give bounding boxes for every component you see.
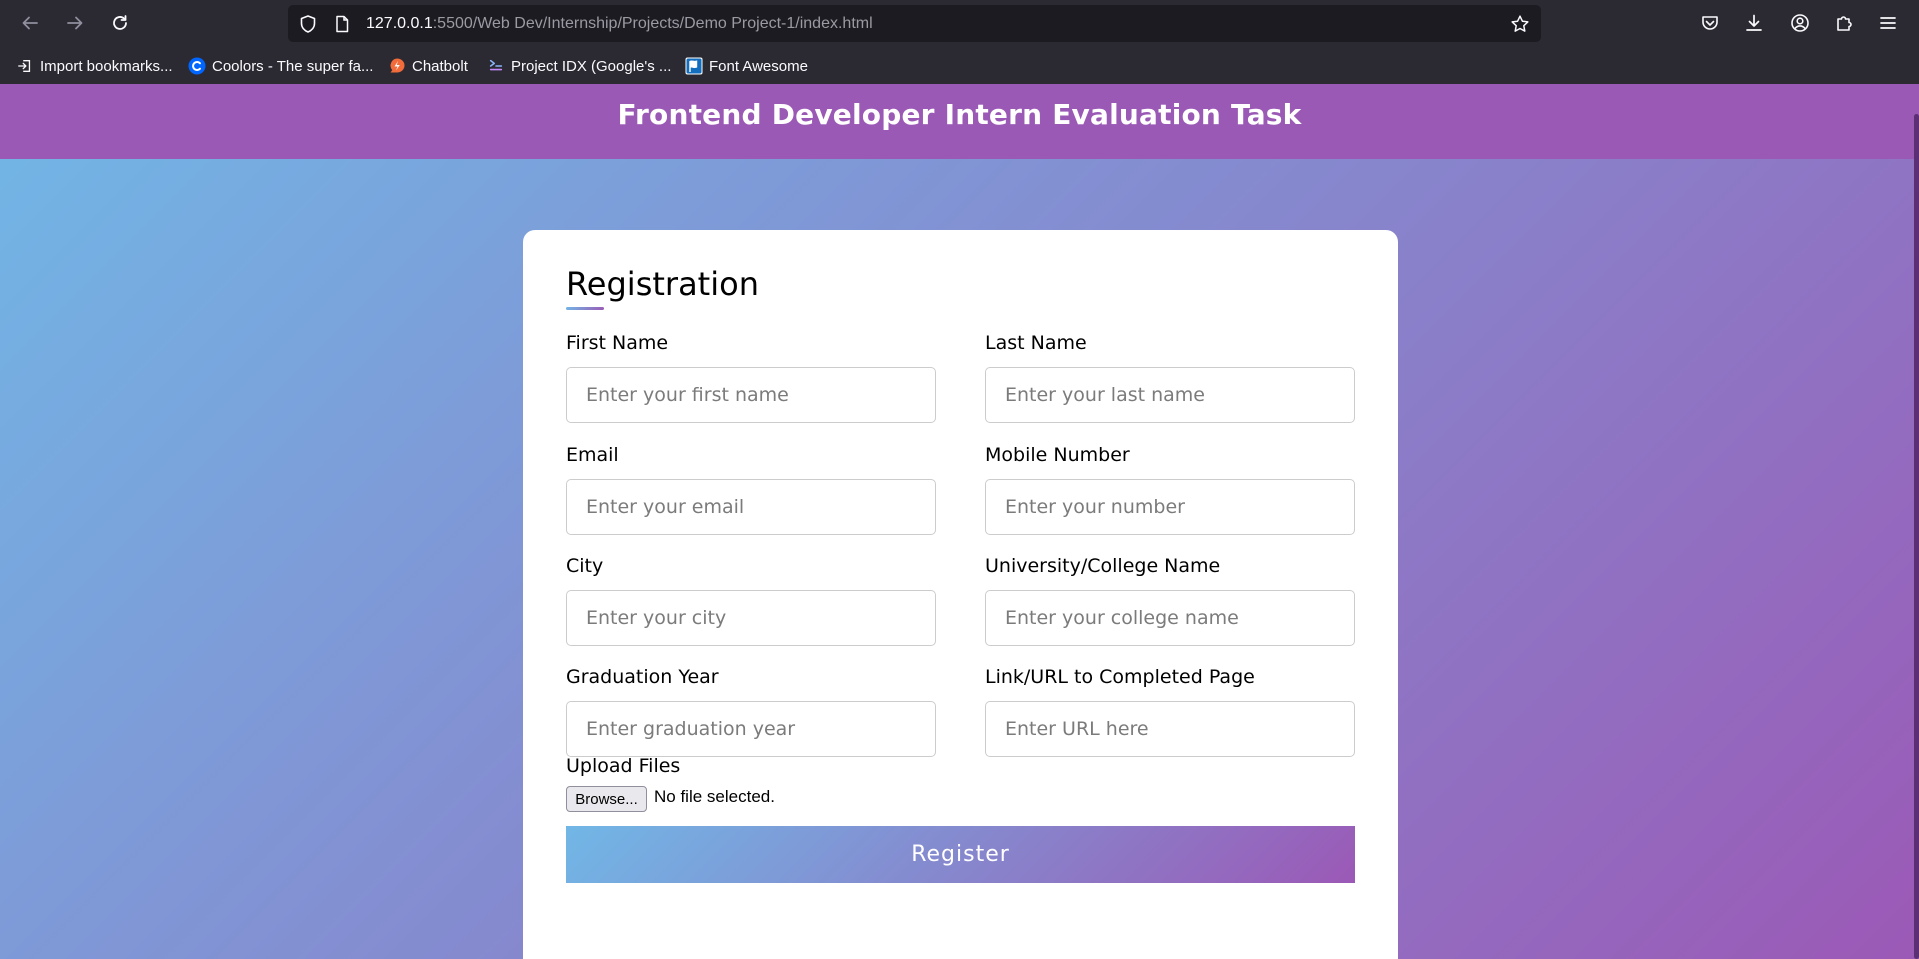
extensions-button[interactable]: [1831, 10, 1857, 36]
pocket-icon: [1702, 16, 1718, 30]
coolors-icon: [188, 57, 206, 75]
idx-icon: [487, 57, 505, 75]
first-name-field: First Name: [566, 330, 936, 423]
bookmark-chatbolt[interactable]: Chatbolt: [388, 53, 468, 79]
first-name-label: First Name: [566, 332, 669, 354]
upload-label: Upload Files: [566, 755, 681, 777]
mobile-number-label: Mobile Number: [985, 444, 1130, 466]
bookmark-label: Chatbolt: [412, 57, 468, 75]
bookmark-label: Coolors - The super fa...: [212, 57, 374, 75]
page-icon[interactable]: [332, 14, 352, 34]
graduation-year-label: Graduation Year: [566, 666, 719, 688]
url-path: :5500/Web Dev/Internship/Projects/Demo P…: [432, 15, 873, 32]
shield-icon[interactable]: [298, 14, 318, 34]
last-name-label: Last Name: [985, 332, 1087, 354]
title-underline: [566, 307, 604, 310]
email-field: Email: [566, 442, 936, 535]
puzzle-icon: [1837, 16, 1852, 31]
pocket-button[interactable]: [1697, 10, 1723, 36]
college-name-input[interactable]: [985, 590, 1355, 646]
city-field: City: [566, 553, 936, 646]
url-input[interactable]: [985, 701, 1355, 757]
bookmark-label: Project IDX (Google's ...: [511, 57, 672, 75]
hamburger-icon: [1880, 17, 1896, 29]
forward-button[interactable]: [59, 8, 91, 38]
last-name-field: Last Name: [985, 330, 1355, 423]
mobile-number-field: Mobile Number: [985, 442, 1355, 535]
browse-button[interactable]: Browse...: [566, 786, 647, 812]
chatbolt-icon: [388, 57, 406, 75]
form-title: Registration: [566, 265, 759, 303]
scrollbar[interactable]: [1914, 114, 1919, 959]
back-button[interactable]: [14, 8, 46, 38]
bookmark-font-awesome[interactable]: Font Awesome: [685, 53, 808, 79]
reload-icon: [113, 15, 127, 30]
college-name-field: University/College Name: [985, 553, 1355, 646]
account-button[interactable]: [1787, 10, 1813, 36]
email-input[interactable]: [566, 479, 936, 535]
url-label: Link/URL to Completed Page: [985, 666, 1255, 688]
menu-button[interactable]: [1875, 10, 1901, 36]
downloads-button[interactable]: [1741, 10, 1767, 36]
page-title: Frontend Developer Intern Evaluation Tas…: [617, 98, 1302, 131]
account-icon: [1791, 14, 1809, 32]
address-bar[interactable]: 127.0.0.1:5500/Web Dev/Internship/Projec…: [288, 5, 1541, 42]
download-icon: [1746, 14, 1762, 31]
font-awesome-icon: [685, 57, 703, 75]
bookmarks-bar: Import bookmarks... Coolors - The super …: [0, 50, 1919, 82]
first-name-input[interactable]: [566, 367, 936, 423]
city-input[interactable]: [566, 590, 936, 646]
college-name-label: University/College Name: [985, 555, 1221, 577]
bookmark-label: Import bookmarks...: [40, 57, 173, 75]
bookmark-project-idx[interactable]: Project IDX (Google's ...: [487, 53, 671, 79]
url-text[interactable]: 127.0.0.1:5500/Web Dev/Internship/Projec…: [366, 5, 873, 42]
star-icon[interactable]: [1510, 14, 1530, 34]
city-label: City: [566, 555, 604, 577]
url-host: 127.0.0.1: [366, 15, 433, 32]
import-icon: [16, 57, 34, 75]
registration-card: Registration First Name Last Name Email …: [523, 230, 1398, 959]
browser-chrome: 127.0.0.1:5500/Web Dev/Internship/Projec…: [0, 0, 1919, 84]
page-viewport: Frontend Developer Intern Evaluation Tas…: [0, 84, 1919, 959]
file-status: No file selected.: [654, 787, 775, 806]
arrow-right-icon: [67, 16, 83, 30]
browser-toolbar: 127.0.0.1:5500/Web Dev/Internship/Projec…: [0, 0, 1919, 46]
bookmark-label: Font Awesome: [709, 57, 808, 75]
page-header: Frontend Developer Intern Evaluation Tas…: [0, 84, 1919, 159]
graduation-year-field: Graduation Year: [566, 664, 936, 757]
url-field: Link/URL to Completed Page: [985, 664, 1355, 757]
mobile-number-input[interactable]: [985, 479, 1355, 535]
reload-button[interactable]: [104, 8, 136, 38]
graduation-year-input[interactable]: [566, 701, 936, 757]
register-button[interactable]: Register: [566, 826, 1355, 883]
last-name-input[interactable]: [985, 367, 1355, 423]
email-label: Email: [566, 444, 619, 466]
bookmark-import[interactable]: Import bookmarks...: [16, 53, 173, 79]
arrow-left-icon: [22, 16, 38, 30]
bookmark-coolors[interactable]: Coolors - The super fa...: [188, 53, 373, 79]
